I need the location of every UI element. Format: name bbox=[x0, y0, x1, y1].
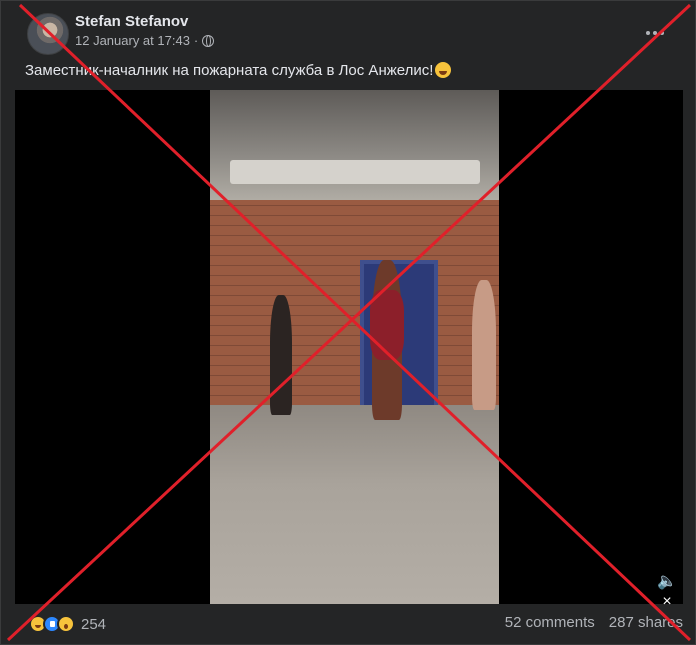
laughing-emoji-icon bbox=[435, 62, 452, 78]
post-caption: Заместник-началник на пожарната служба в… bbox=[25, 62, 452, 79]
author-name[interactable]: Stefan Stefanov bbox=[75, 13, 188, 30]
reactions-summary[interactable]: 254 bbox=[29, 615, 106, 633]
video-frame[interactable] bbox=[210, 90, 499, 604]
dancer-left bbox=[270, 295, 292, 415]
video-floor bbox=[210, 405, 499, 604]
avatar[interactable] bbox=[27, 13, 69, 55]
more-options-icon[interactable] bbox=[637, 15, 673, 51]
post-footer: 254 52 comments 287 shares bbox=[15, 605, 683, 641]
dancer-right bbox=[472, 280, 496, 410]
post-header: Stefan Stefanov 12 January at 17:43 · bbox=[15, 11, 683, 55]
video-player[interactable]: 🔈× bbox=[15, 90, 683, 610]
facebook-post: Stefan Stefanov 12 January at 17:43 · За… bbox=[0, 0, 696, 645]
globe-icon[interactable] bbox=[202, 34, 215, 47]
muted-speaker-icon[interactable]: 🔈× bbox=[655, 572, 679, 610]
post-meta: 12 January at 17:43 · bbox=[75, 33, 215, 48]
engagement-stats: 52 comments 287 shares bbox=[505, 614, 683, 631]
reactions-count[interactable]: 254 bbox=[81, 616, 106, 633]
meta-separator: · bbox=[193, 33, 199, 48]
timestamp[interactable]: 12 January at 17:43 bbox=[75, 33, 190, 48]
shares-link[interactable]: 287 shares bbox=[609, 614, 683, 631]
wow-reaction-icon bbox=[57, 615, 75, 633]
dancer-center-leotard bbox=[370, 290, 404, 360]
caption-text: Заместник-началник на пожарната служба в… bbox=[25, 62, 434, 79]
comments-link[interactable]: 52 comments bbox=[505, 614, 595, 631]
video-duct bbox=[230, 160, 480, 184]
